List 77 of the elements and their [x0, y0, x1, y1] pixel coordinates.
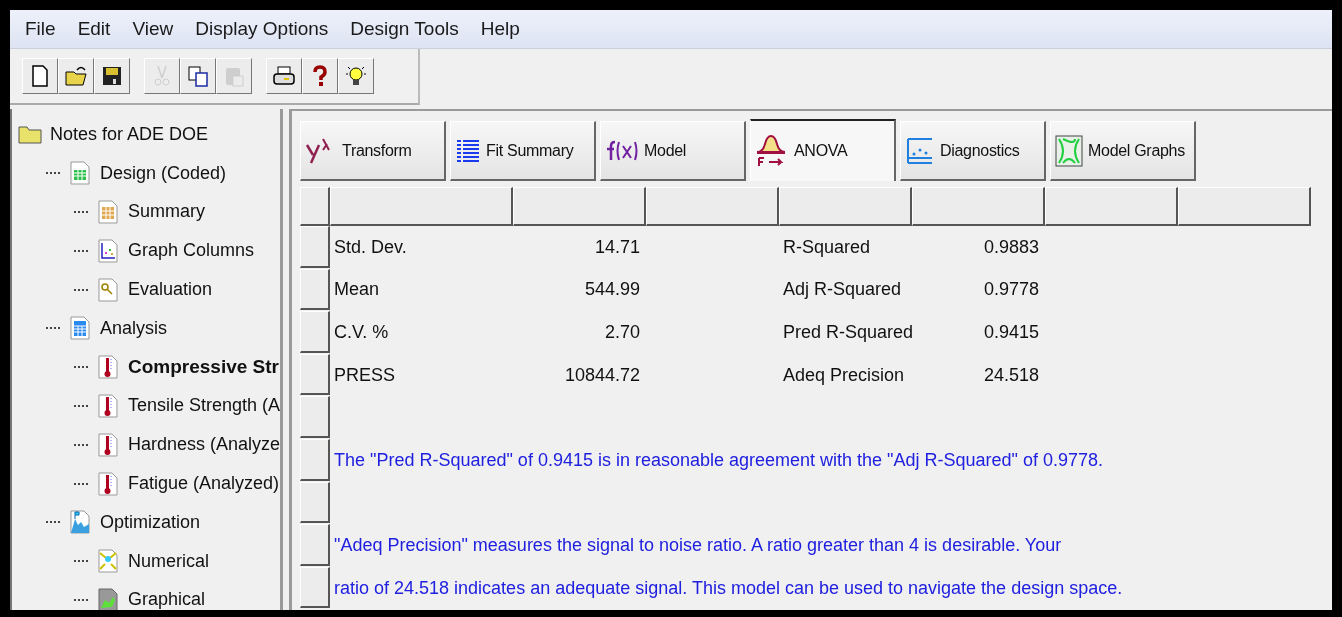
row-header — [300, 311, 330, 353]
tab[interactable]: Model — [600, 121, 746, 181]
table-cell-text: Pred R-Squared — [782, 321, 912, 344]
table-cell-text: C.V. % — [333, 321, 390, 344]
table-cell-text: 10844.72 — [563, 363, 641, 387]
table-cell-text: Adj R-Squared — [782, 278, 903, 302]
folder-icon — [64, 64, 88, 88]
table-cell-text: 0.9415 — [982, 321, 1040, 344]
menu-item[interactable]: Design Tools — [339, 18, 470, 40]
thermometer-icon — [95, 432, 120, 457]
tree-item[interactable]: Summary — [128, 201, 205, 223]
tree-item[interactable]: Graph Columns — [128, 240, 255, 262]
tree-item[interactable]: Hardness (Analyze — [127, 434, 280, 456]
magnifier-icon — [96, 277, 120, 302]
toolbar-button[interactable] — [338, 58, 374, 94]
toolbar-button[interactable] — [180, 58, 216, 94]
tree-item[interactable]: Optimization — [100, 511, 201, 533]
row-header — [300, 481, 330, 524]
tree-item[interactable]: Notes for ADE DOE — [50, 123, 209, 145]
row-header — [300, 396, 330, 438]
mountain-icon — [68, 510, 92, 535]
table-cell-text: PRESS — [333, 363, 397, 387]
thermometer-icon — [96, 471, 120, 496]
tree-item[interactable]: Design (Coded) — [100, 162, 227, 184]
copy-icon — [186, 64, 210, 88]
menu-item[interactable]: Display Options — [184, 18, 340, 40]
menu-item[interactable]: File — [14, 18, 67, 40]
tree-item[interactable]: Tensile Strength (A — [127, 395, 280, 417]
tab[interactable]: ANOVA — [750, 119, 896, 181]
residual-plot-icon — [905, 135, 935, 166]
menu-item[interactable]: View — [121, 18, 185, 40]
tree-item[interactable]: Evaluation — [128, 279, 213, 301]
thermometer-icon — [95, 393, 120, 418]
tab[interactable]: Fit Summary — [450, 121, 596, 181]
table-cell-text: Adeq Precision — [782, 363, 906, 387]
menu-item[interactable]: Help — [469, 18, 531, 40]
printer-icon — [272, 64, 296, 88]
row-header — [300, 268, 330, 311]
note-text: "Adeq Precision" measures the signal to noise ratio. A ratio greater than 4 is desirable. Your — [334, 534, 1062, 556]
table-cell-text: Mean — [333, 278, 381, 302]
table-icon — [96, 200, 120, 224]
tree-item[interactable]: Analysis — [100, 317, 168, 339]
tree-item[interactable]: Numerical — [128, 550, 210, 572]
table-cell-text: 14.71 — [593, 235, 641, 259]
tab[interactable]: Model Graphs — [1050, 121, 1196, 181]
contour-plot-icon — [1055, 134, 1083, 167]
calculator-icon — [68, 316, 92, 341]
tree-item[interactable]: Compressive Str — [128, 356, 279, 379]
table-cell-text: 24.518 — [982, 363, 1040, 387]
row-header — [300, 353, 330, 396]
tree-item[interactable]: Fatigue (Analyzed) — [128, 473, 280, 495]
header-cell — [300, 187, 330, 226]
thermometer-icon — [96, 355, 120, 380]
row-header — [300, 524, 330, 566]
light-bulb-icon — [344, 64, 368, 88]
note-text: ratio of 24.518 indicates an adequate signal. This model can be used to navigate the design space. — [334, 577, 1123, 599]
table-cell-text: Std. Dev. — [333, 235, 408, 259]
toolbar-button[interactable] — [22, 58, 58, 94]
spreadsheet-icon — [68, 161, 92, 186]
note-text: The "Pred R-Squared" of 0.9415 is in reasonable agreement with the "Adj R-Squared" of 0.9778. — [334, 449, 1104, 471]
table-cell-text: 2.70 — [603, 321, 641, 344]
tab[interactable]: Transform — [300, 121, 446, 181]
list-icon — [455, 137, 481, 164]
table-cell-text: 0.9883 — [982, 235, 1040, 259]
table-cell-text: R-Squared — [782, 235, 872, 259]
tree-item[interactable]: Graphical — [128, 589, 206, 610]
row-header — [300, 438, 330, 481]
scatter-plot-icon — [96, 238, 120, 263]
row-header — [300, 226, 330, 268]
toolbar-button[interactable] — [94, 58, 130, 94]
tab[interactable]: Diagnostics — [900, 121, 1046, 181]
menu-item[interactable]: Edit — [66, 18, 122, 40]
toolbar-button[interactable] — [58, 58, 94, 94]
toolbar-button[interactable] — [266, 58, 302, 94]
table-cell-text: 0.9778 — [982, 278, 1040, 302]
table-cell-text: 544.99 — [583, 278, 641, 302]
toolbar-button[interactable] — [302, 58, 338, 94]
